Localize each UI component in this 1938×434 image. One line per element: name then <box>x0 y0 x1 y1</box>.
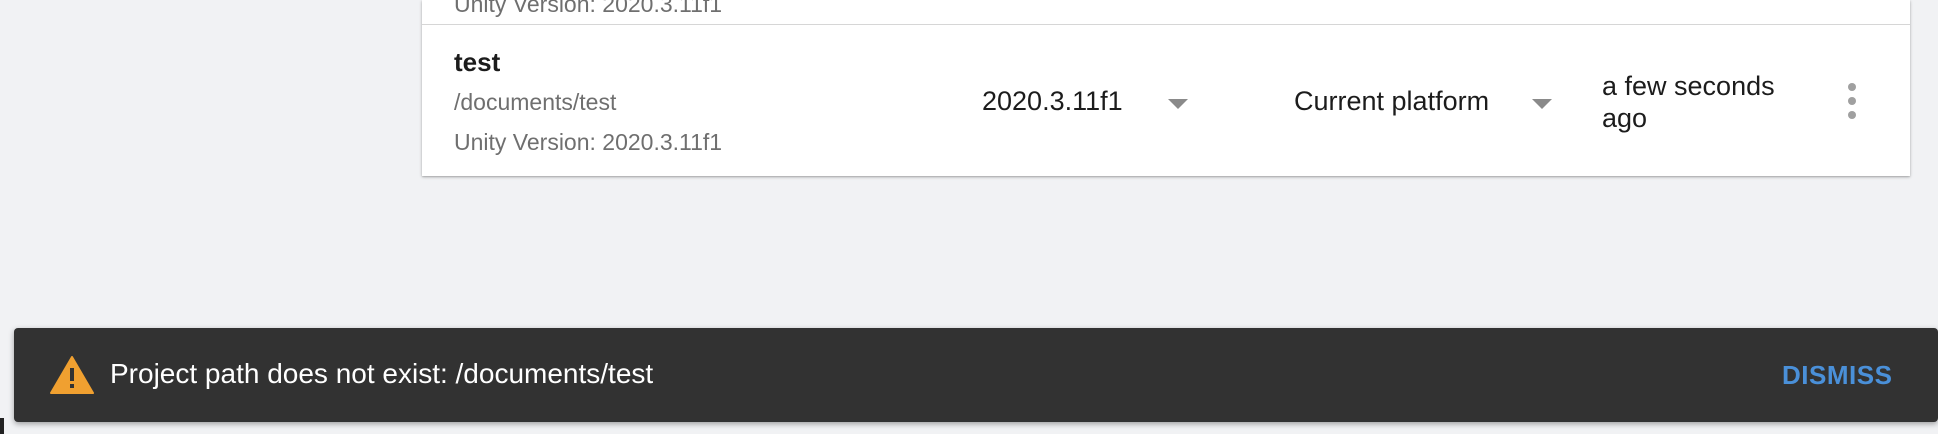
project-path: /documents/test <box>454 89 617 115</box>
platform-dropdown[interactable]: Current platform <box>1294 86 1552 120</box>
chevron-down-icon <box>1168 99 1188 109</box>
dismiss-button[interactable]: DISMISS <box>1782 360 1892 391</box>
project-unity-version: Unity Version: 2020.3.11f1 <box>454 129 723 155</box>
more-vertical-icon-dot <box>1848 97 1856 105</box>
previous-project-unity-version: Unity Version: 2020.3.11f1 <box>454 0 723 17</box>
chevron-down-icon <box>1532 99 1552 109</box>
project-row[interactable]: test /documents/test Unity Version: 2020… <box>422 25 1910 176</box>
snackbar-message: Project path does not exist: /documents/… <box>110 358 654 389</box>
error-snackbar: Project path does not exist: /documents/… <box>14 328 1938 422</box>
more-options-button[interactable] <box>1842 83 1862 123</box>
unity-version-selected: 2020.3.11f1 <box>982 86 1123 116</box>
unity-version-dropdown[interactable]: 2020.3.11f1 <box>982 86 1202 120</box>
warning-icon <box>50 356 94 394</box>
more-vertical-icon-dot <box>1848 111 1856 119</box>
project-list: Unity Version: 2020.3.11f1 test /documen… <box>422 0 1910 176</box>
platform-selected: Current platform <box>1294 86 1490 116</box>
window-corner <box>0 418 4 434</box>
last-modified: a few seconds ago <box>1602 71 1775 133</box>
project-name[interactable]: test <box>454 47 500 78</box>
more-vertical-icon <box>1848 83 1856 91</box>
previous-project-row[interactable]: Unity Version: 2020.3.11f1 <box>422 0 1910 25</box>
